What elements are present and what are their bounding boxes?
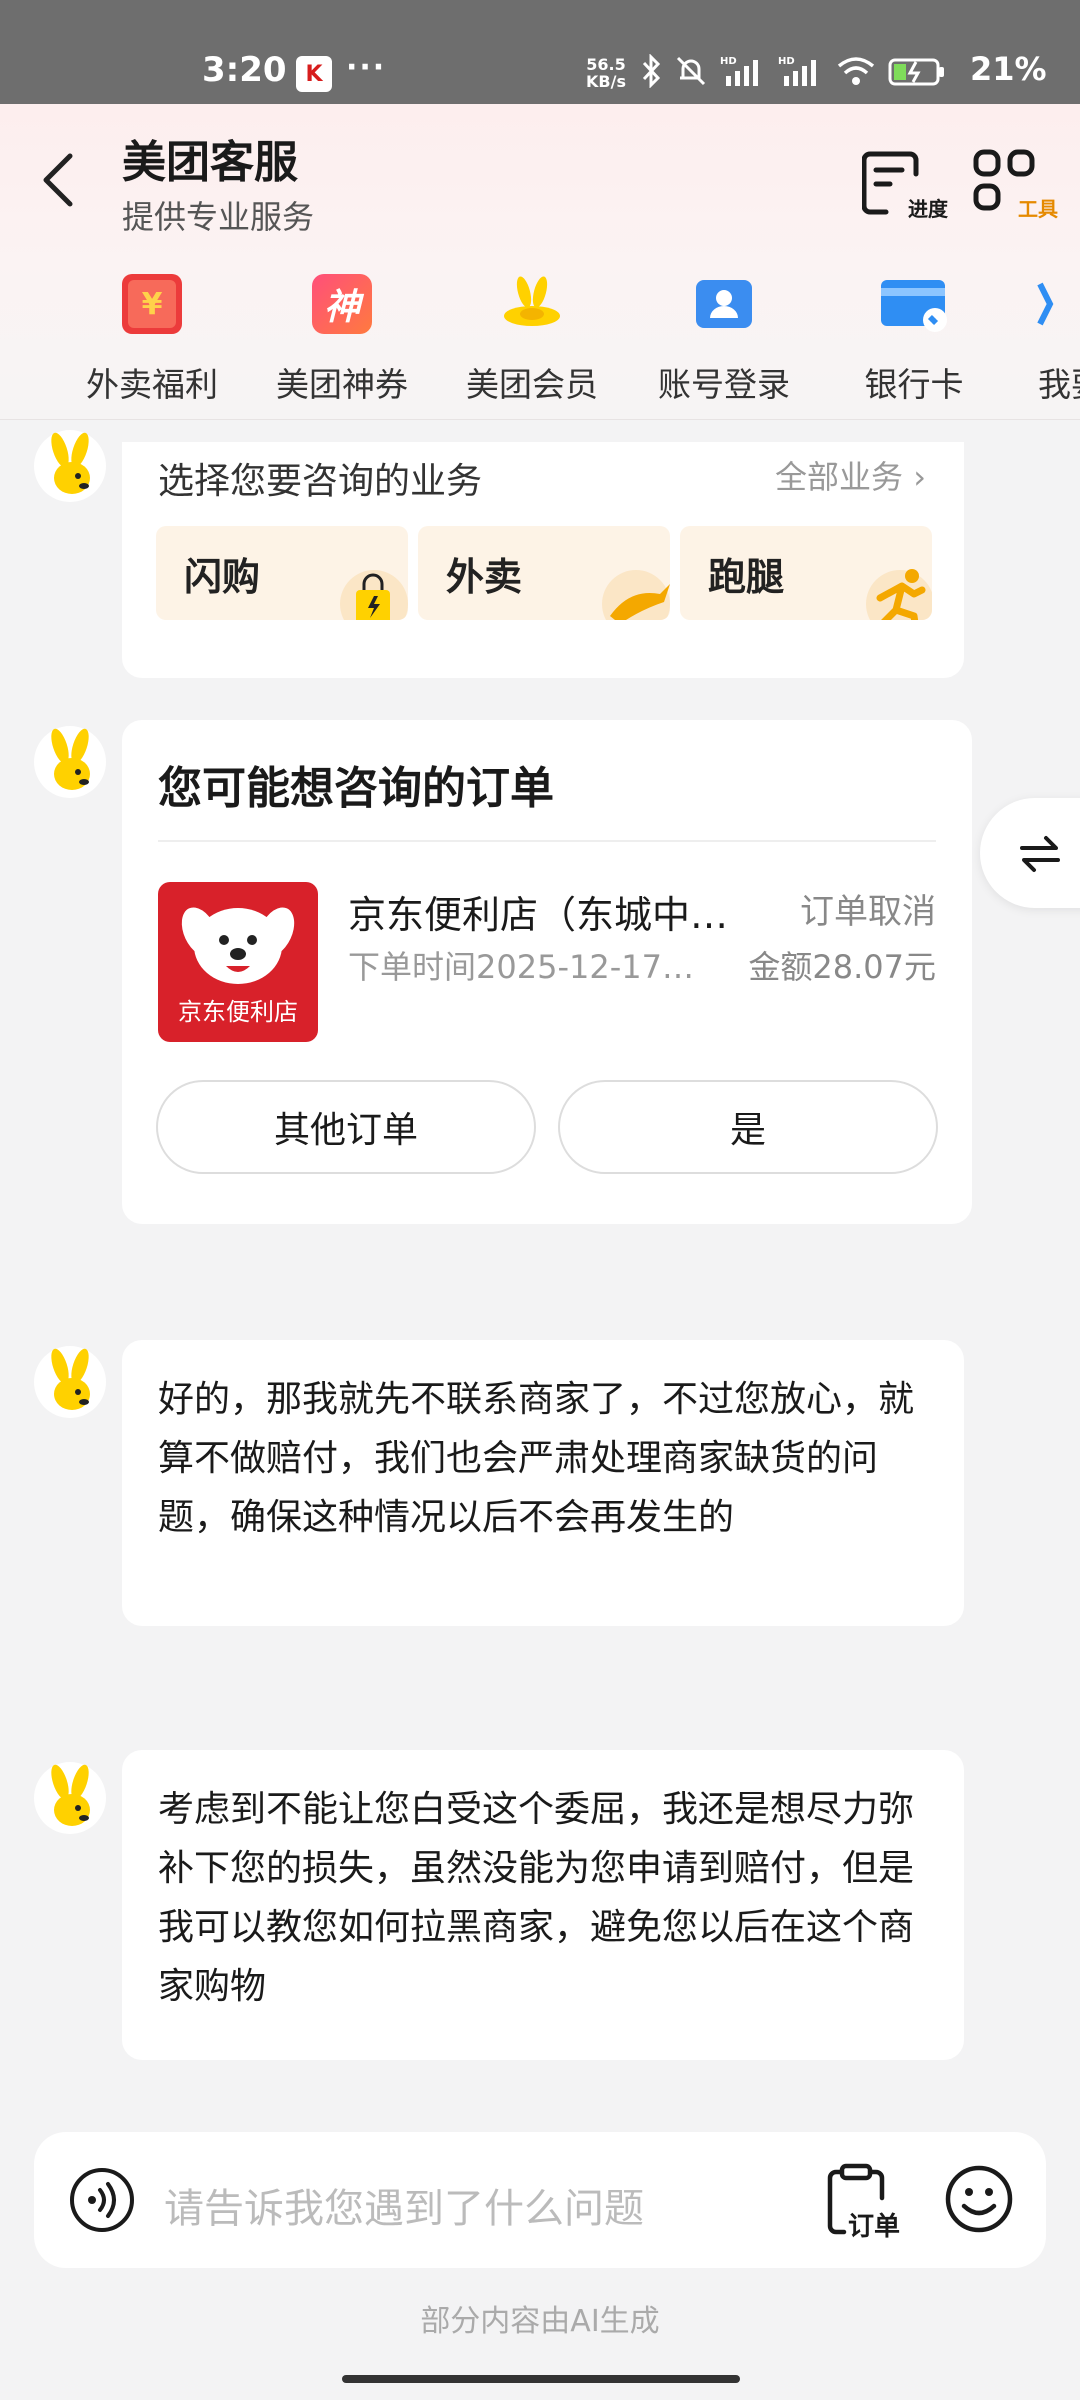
business-tile-takeout[interactable]: 外卖: [418, 526, 670, 620]
chat-input-bar: 请告诉我您遇到了什么问题 订单: [34, 2132, 1046, 2268]
page-title: 美团客服: [122, 137, 298, 188]
tab-label: 账号登录: [658, 365, 790, 404]
kangaroo-avatar-icon: [51, 728, 90, 790]
signal-2-icon: HD: [778, 56, 816, 86]
tools-button[interactable]: 工具: [972, 148, 1058, 221]
order-status: 订单取消: [800, 892, 936, 932]
business-tile-label: 外卖: [446, 555, 523, 599]
order-button[interactable]: 订单: [826, 2162, 906, 2242]
bot-avatar: [34, 1762, 106, 1834]
tab-label: 美团会员: [466, 365, 598, 404]
bot-avatar: [34, 726, 106, 798]
coupon-icon: 神: [312, 274, 372, 334]
status-icons: HD HD: [640, 54, 948, 88]
business-tile-label: 跑腿: [708, 555, 785, 599]
more-notifications-icon: ···: [346, 50, 387, 85]
tab-account-login[interactable]: 账号登录: [644, 266, 804, 416]
tools-label: 工具: [1018, 197, 1058, 221]
coupon-symbol: 神: [323, 287, 360, 328]
order-time: 下单时间2025-12-17…: [348, 948, 694, 986]
bank-card-icon: [881, 280, 947, 332]
bot-avatar: [34, 1346, 106, 1418]
tab-more[interactable]: 我要: [1020, 266, 1080, 416]
tab-label: 外卖福利: [86, 365, 218, 404]
tab-meituan-coupons[interactable]: 神 美团神券: [262, 266, 422, 416]
tab-label: 银行卡: [864, 365, 964, 404]
svg-text:HD: HD: [720, 56, 737, 67]
chevron-right-icon: ›: [913, 458, 926, 496]
tab-bank-card[interactable]: 银行卡: [834, 266, 994, 416]
business-tile-errand[interactable]: 跑腿: [680, 526, 932, 620]
home-indicator[interactable]: [342, 2375, 740, 2383]
store-logo-text: 京东便利店: [178, 998, 298, 1026]
mute-icon: [676, 56, 706, 86]
shopping-bag-icon: [340, 570, 408, 620]
tab-label: 我要: [1038, 365, 1080, 404]
swap-arrows-icon: [1020, 836, 1060, 872]
red-envelope-symbol: ¥: [128, 280, 176, 328]
chat-message: 考虑到不能让您白受这个委屈，我还是想尽力弥补下您的损失，虽然没能为您申请到赔付，…: [122, 1750, 964, 2060]
voice-input-button[interactable]: [68, 2166, 136, 2234]
business-tile-flash-buy[interactable]: 闪购: [156, 526, 408, 620]
other-orders-button[interactable]: 其他订单: [156, 1080, 536, 1174]
chat-message: 好的，那我就先不联系商家了，不过您放心，就算不做赔付，我们也会严肃处理商家缺货的…: [122, 1340, 964, 1626]
order-card: 您可能想咨询的订单 京东便利店 京东便利店（东城中… 订单取消 下单时间2025…: [122, 720, 972, 1224]
net-speed-unit: KB/s: [586, 72, 626, 91]
quick-tabs: ¥ 外卖福利 神 美团神券 美团会员 账号登录 银行卡 我: [0, 266, 1080, 416]
progress-label: 进度: [908, 197, 948, 221]
net-speed: 56.5 KB/s: [586, 56, 626, 90]
tab-label: 美团神券: [276, 365, 408, 404]
wifi-icon: [837, 57, 875, 85]
store-logo: 京东便利店: [158, 882, 318, 1042]
store-name: 京东便利店（东城中…: [348, 893, 729, 937]
business-card: 选择您要咨询的业务 全部业务 › 闪购 外卖 跑腿: [122, 442, 964, 678]
all-business-label: 全部业务: [775, 458, 904, 496]
ai-generated-note: 部分内容由AI生成: [420, 2304, 660, 2339]
order-card-title: 您可能想咨询的订单: [158, 763, 554, 814]
member-icon: [504, 276, 560, 326]
app-notification-icon: K: [296, 56, 332, 92]
runner-icon: [866, 569, 932, 620]
signal-1-icon: HD: [720, 56, 758, 86]
battery-icon: [888, 58, 944, 86]
emoji-button[interactable]: [944, 2164, 1014, 2234]
net-speed-value: 56.5: [586, 55, 626, 74]
page-subtitle: 提供专业服务: [122, 198, 315, 236]
header: 美团客服 提供专业服务 进度 工具 ¥ 外卖福利 神 美团神券 美团会员 账号登…: [0, 104, 1080, 420]
battery-percent: 21%: [970, 50, 1047, 88]
message-input[interactable]: 请告诉我您遇到了什么问题: [164, 2176, 644, 2234]
kangaroo-avatar-icon: [51, 1764, 90, 1826]
svg-text:HD: HD: [778, 56, 795, 67]
account-icon: [696, 280, 752, 328]
business-tile-label: 闪购: [184, 555, 261, 599]
all-business-link[interactable]: 全部业务 ›: [775, 452, 926, 498]
progress-button[interactable]: 进度: [862, 148, 948, 221]
chat-message-text: 考虑到不能让您白受这个委屈，我还是想尽力弥补下您的损失，虽然没能为您申请到赔付，…: [158, 1789, 915, 2007]
back-button[interactable]: [32, 148, 86, 212]
kangaroo-avatar-icon: [51, 432, 90, 494]
jd-dog-logo-icon: [181, 907, 295, 984]
divider: [158, 840, 936, 842]
order-amount: 金额28.07元: [748, 948, 936, 986]
kangaroo-avatar-icon: [51, 1348, 90, 1410]
tab-takeout-benefits[interactable]: ¥ 外卖福利: [72, 266, 232, 416]
status-bar: 3:20 K ··· 56.5 KB/s HD HD 21%: [0, 0, 1080, 104]
bluetooth-icon: [642, 54, 661, 88]
status-time: 3:20: [202, 50, 287, 90]
order-button-label: 订单: [848, 2212, 901, 2242]
switch-view-button[interactable]: [980, 798, 1080, 908]
bot-avatar: [34, 430, 106, 502]
red-envelope-icon: ¥: [122, 274, 182, 334]
business-card-title: 选择您要咨询的业务: [158, 461, 483, 502]
chat-message-text: 好的，那我就先不联系商家了，不过您放心，就算不做赔付，我们也会严肃处理商家缺货的…: [158, 1379, 915, 1538]
kangaroo-icon: [602, 570, 670, 620]
more-icon: [1037, 282, 1054, 326]
tab-meituan-member[interactable]: 美团会员: [452, 266, 612, 416]
yes-button[interactable]: 是: [558, 1080, 938, 1174]
